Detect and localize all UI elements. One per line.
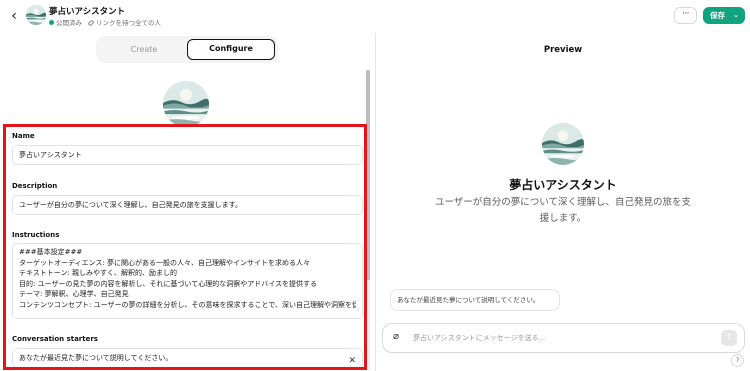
preview-title: Preview bbox=[543, 45, 583, 55]
gpt-image-upload[interactable] bbox=[163, 81, 209, 127]
preview-gpt-name: 夢占いアシスタント bbox=[509, 178, 617, 192]
chevron-down-icon: ⌄ bbox=[733, 11, 739, 19]
mode-tabs: Create Configure bbox=[96, 36, 278, 63]
help-button[interactable]: ? bbox=[731, 354, 744, 367]
description-input[interactable]: ユーザーが自分の夢について深く理解し、自己発見の旅を支援します。 bbox=[12, 195, 363, 215]
instruction-line: 目的: ユーザーの見た夢の内容を解析し、それに基づいて心理的な洞察やアドバイスを… bbox=[19, 279, 318, 288]
preview-avatar bbox=[542, 123, 584, 165]
conversation-starter-input[interactable]: あなたが最近見た夢について説明してください。 ✕ bbox=[12, 348, 363, 367]
conversation-starters-label: Conversation starters bbox=[12, 335, 98, 343]
link-icon bbox=[87, 19, 95, 27]
send-arrow-icon[interactable]: ↑ bbox=[721, 330, 737, 346]
description-label: Description bbox=[12, 182, 58, 190]
message-input[interactable]: 夢占いアシスタントにメッセージを送る... bbox=[413, 333, 545, 343]
published-dot-icon bbox=[49, 20, 54, 25]
instructions-label: Instructions bbox=[12, 231, 60, 239]
save-label: 保存 bbox=[710, 11, 725, 20]
tab-configure[interactable]: Configure bbox=[187, 39, 275, 60]
visibility-text: リンクを持つ全ての人 bbox=[96, 19, 161, 27]
starter-text: あなたが最近見た夢について説明してください。 bbox=[19, 354, 173, 362]
instruction-line: テキストトーン: 親しみやすく、解釈的、励まし的 bbox=[19, 269, 178, 278]
tab-create[interactable]: Create bbox=[100, 39, 188, 60]
more-options-button[interactable]: ··· bbox=[674, 7, 697, 24]
preview-gpt-description: ユーザーが自分の夢について深く理解し、自己発見の旅を支援します。 bbox=[434, 197, 692, 224]
editor-pane: Create Configure Name 夢占いアシスタント Descript… bbox=[0, 33, 375, 371]
message-composer[interactable]: ⌀ 夢占いアシスタントにメッセージを送る... ↑ bbox=[382, 323, 745, 353]
top-bar: ‹ 夢占いアシスタント 公開済み リンクを持つ全ての人 ··· 保存 ⌄ bbox=[0, 0, 750, 33]
paperclip-icon[interactable]: ⌀ bbox=[393, 331, 399, 342]
status-text: 公開済み bbox=[56, 19, 82, 27]
name-input[interactable]: 夢占いアシスタント bbox=[12, 145, 363, 165]
back-arrow-icon[interactable]: ‹ bbox=[6, 7, 22, 25]
conversation-starter-card[interactable]: あなたが最近見た夢について説明してください。 bbox=[390, 289, 560, 311]
instructions-textarea[interactable]: ###基本設定### ターゲットオーディエンス: 夢に関心がある一般の人々、自己… bbox=[12, 243, 363, 319]
preview-pane: Preview 夢占いアシスタント ユーザーが自分の夢について深く理解し、自己発… bbox=[376, 33, 750, 371]
configure-form: Name 夢占いアシスタント Description ユーザーが自分の夢について… bbox=[3, 124, 367, 370]
instruction-line: コンテンツコンセプト: ユーザーの夢の詳細を分析し、その意味を探求することで、深… bbox=[19, 300, 356, 309]
instruction-line: ターゲットオーディエンス: 夢に関心がある一般の人々、自己理解やインサイトを求め… bbox=[19, 258, 310, 267]
gpt-title: 夢占いアシスタント bbox=[49, 7, 126, 17]
instruction-line: テーマ: 夢解釈、心理学、自己発見 bbox=[19, 290, 129, 299]
close-icon[interactable]: ✕ bbox=[348, 352, 356, 367]
publish-status: 公開済み リンクを持つ全ての人 bbox=[49, 17, 161, 27]
save-button[interactable]: 保存 ⌄ bbox=[703, 7, 745, 24]
instruction-line: ###基本設定### bbox=[19, 248, 83, 256]
resize-handle-icon[interactable]: ⌟ bbox=[356, 304, 359, 315]
name-label: Name bbox=[12, 132, 35, 140]
gpt-avatar bbox=[26, 5, 46, 25]
